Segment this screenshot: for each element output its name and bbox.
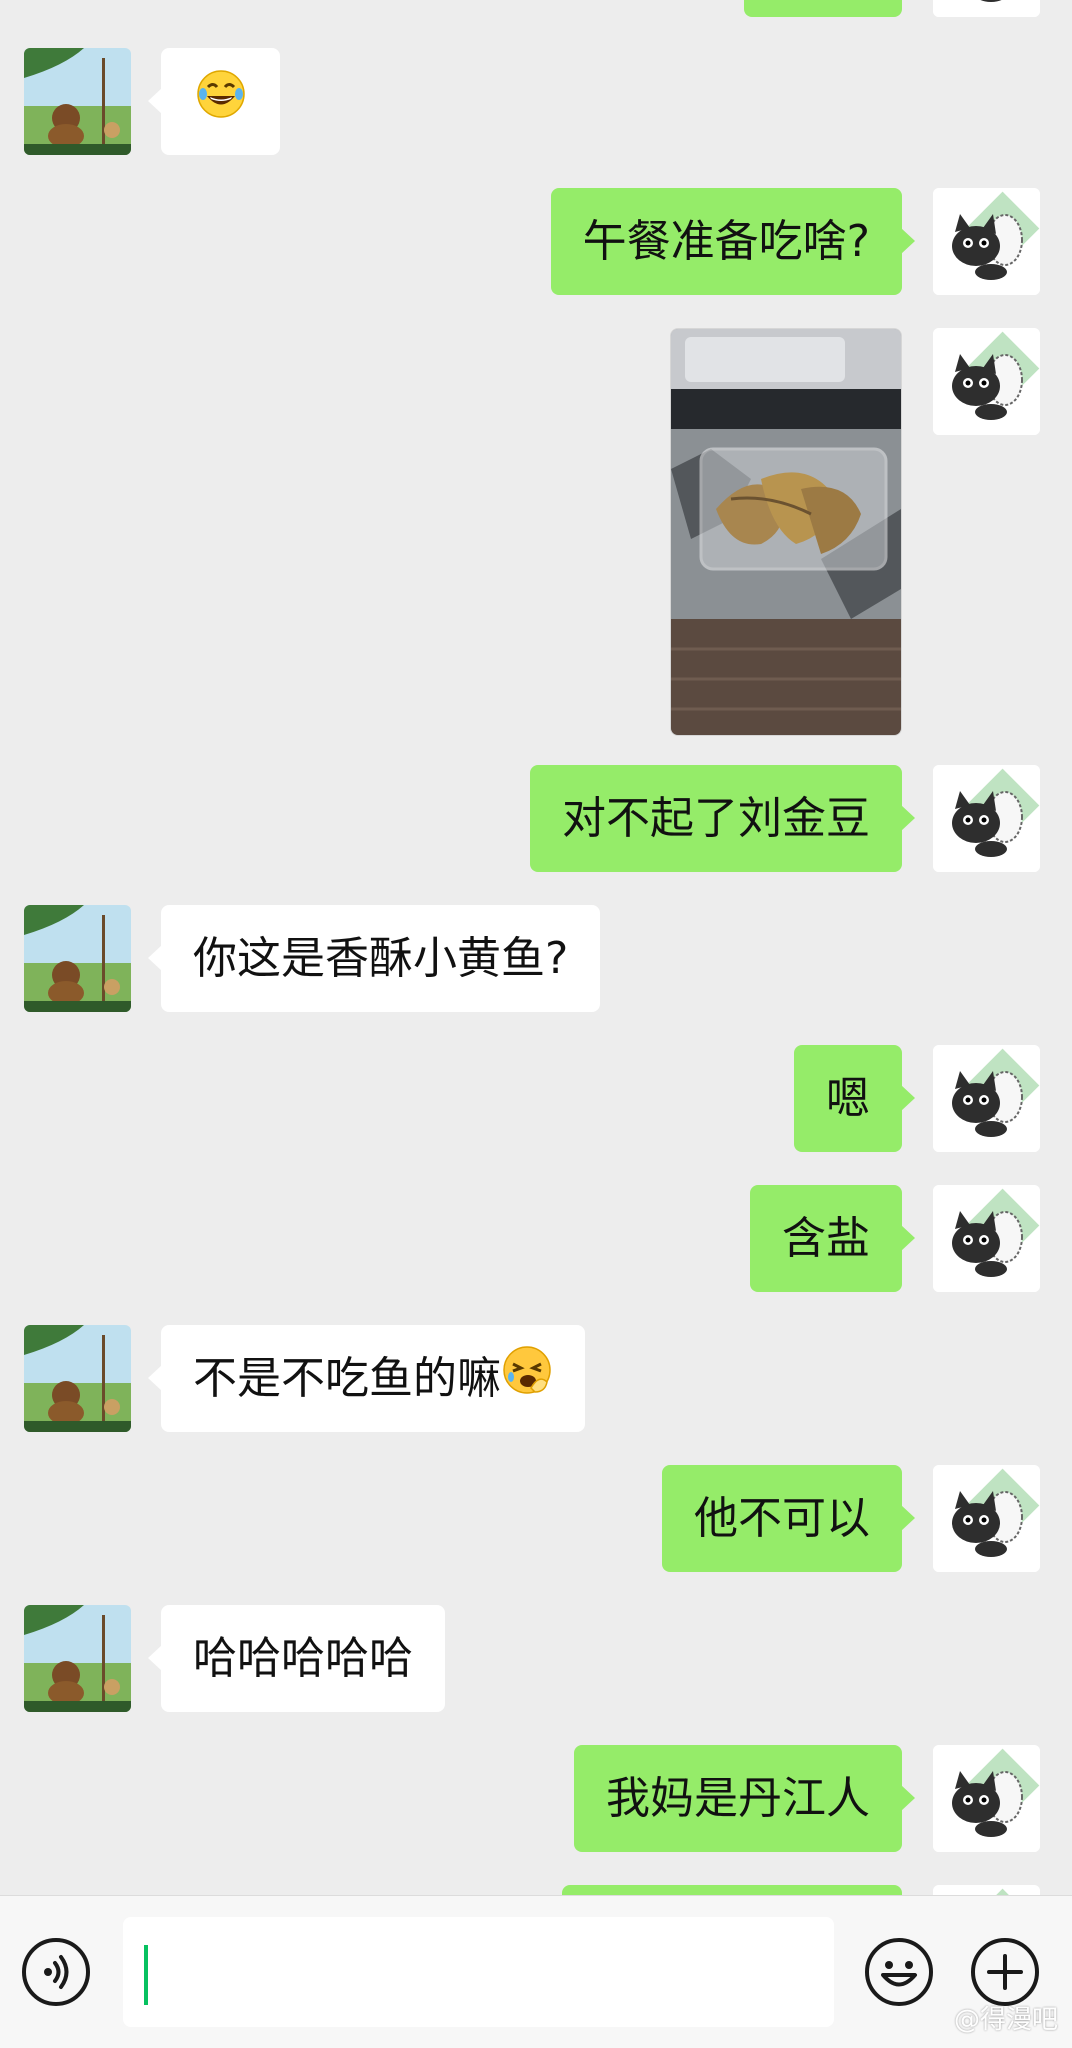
chat-message-list[interactable]: 午餐准备吃啥? 对不起了刘金豆 你这是香酥小黄鱼? 嗯 含盐 不是不吃鱼的嘛 他… (0, 0, 1072, 1895)
watermark: @得漫吧 (953, 2005, 1058, 2035)
message-row (0, 328, 1072, 736)
cat-avatar-image (933, 765, 1040, 872)
message-row-partial-top (0, 0, 1072, 17)
my-avatar[interactable] (933, 1465, 1040, 1572)
message-bubble[interactable]: 对不起了刘金豆 (530, 765, 915, 872)
message-bubble[interactable]: 嗯 (794, 1045, 915, 1152)
voice-icon (44, 1955, 69, 1989)
voice-input-button[interactable] (22, 1938, 90, 2006)
tired-face-emoji (501, 1328, 553, 1435)
text-caret (144, 1945, 148, 2005)
message-text: 不是不吃鱼的嘛 (193, 1353, 501, 1404)
cat-avatar-image (933, 1045, 1040, 1152)
cat-avatar-image (933, 0, 1040, 17)
message-row: 你这是香酥小黄鱼? (0, 905, 1072, 1012)
message-bubble[interactable] (148, 48, 280, 158)
message-bubble[interactable]: 含盐 (750, 1185, 915, 1292)
message-row (0, 48, 1072, 155)
my-avatar[interactable] (933, 1745, 1040, 1852)
friend-avatar[interactable] (24, 1325, 131, 1432)
more-actions-button[interactable] (971, 1938, 1039, 2006)
emoji-button[interactable] (865, 1938, 933, 2006)
message-row: 嗯 (0, 1045, 1072, 1152)
message-row: 午餐准备吃啥? (0, 188, 1072, 295)
message-row: 他不可以 (0, 1465, 1072, 1572)
cat-avatar-image (933, 1745, 1040, 1852)
friend-avatar[interactable] (24, 48, 131, 155)
cat-avatar-image (933, 188, 1040, 295)
emoji-icon (881, 1961, 917, 1987)
message-bubble-partial[interactable] (562, 1885, 902, 1895)
my-avatar[interactable] (933, 765, 1040, 872)
message-bubble[interactable]: 哈哈哈哈哈 (148, 1605, 445, 1712)
monkey-avatar-image (24, 905, 131, 1012)
message-bubble-partial[interactable] (744, 0, 902, 17)
message-bubble[interactable]: 他不可以 (662, 1465, 915, 1572)
message-bubble[interactable]: 不是不吃鱼的嘛 (148, 1325, 585, 1435)
message-row-partial-bottom (0, 1885, 1072, 1895)
my-avatar[interactable] (933, 328, 1040, 435)
cat-avatar-image (933, 1885, 1040, 1895)
monkey-avatar-image (24, 1325, 131, 1432)
message-row: 含盐 (0, 1185, 1072, 1292)
my-avatar[interactable] (933, 1185, 1040, 1292)
cat-avatar-image (933, 328, 1040, 435)
message-bubble[interactable]: 你这是香酥小黄鱼? (147, 905, 601, 1012)
message-bubble[interactable]: 我妈是丹江人 (574, 1745, 915, 1852)
my-avatar[interactable] (933, 1885, 1040, 1895)
message-row: 我妈是丹江人 (0, 1745, 1072, 1852)
message-bubble[interactable]: 午餐准备吃啥? (550, 188, 916, 295)
plus-icon (987, 1954, 1023, 1990)
chat-input-bar: @得漫吧 (0, 1895, 1072, 2048)
my-avatar[interactable] (933, 1045, 1040, 1152)
my-avatar[interactable] (933, 188, 1040, 295)
friend-avatar[interactable] (24, 905, 131, 1012)
monkey-avatar-image (24, 48, 131, 155)
photo-message-fried-fish[interactable] (670, 328, 902, 736)
message-input[interactable] (123, 1917, 834, 2027)
cat-avatar-image (933, 1185, 1040, 1292)
monkey-avatar-image (24, 1605, 131, 1712)
my-avatar[interactable] (933, 0, 1040, 17)
laughing-tears-emoji (196, 51, 246, 158)
fried-fish-photo (671, 329, 901, 735)
message-row: 对不起了刘金豆 (0, 765, 1072, 872)
message-row: 不是不吃鱼的嘛 (0, 1325, 1072, 1432)
cat-avatar-image (933, 1465, 1040, 1572)
friend-avatar[interactable] (24, 1605, 131, 1712)
message-row: 哈哈哈哈哈 (0, 1605, 1072, 1712)
